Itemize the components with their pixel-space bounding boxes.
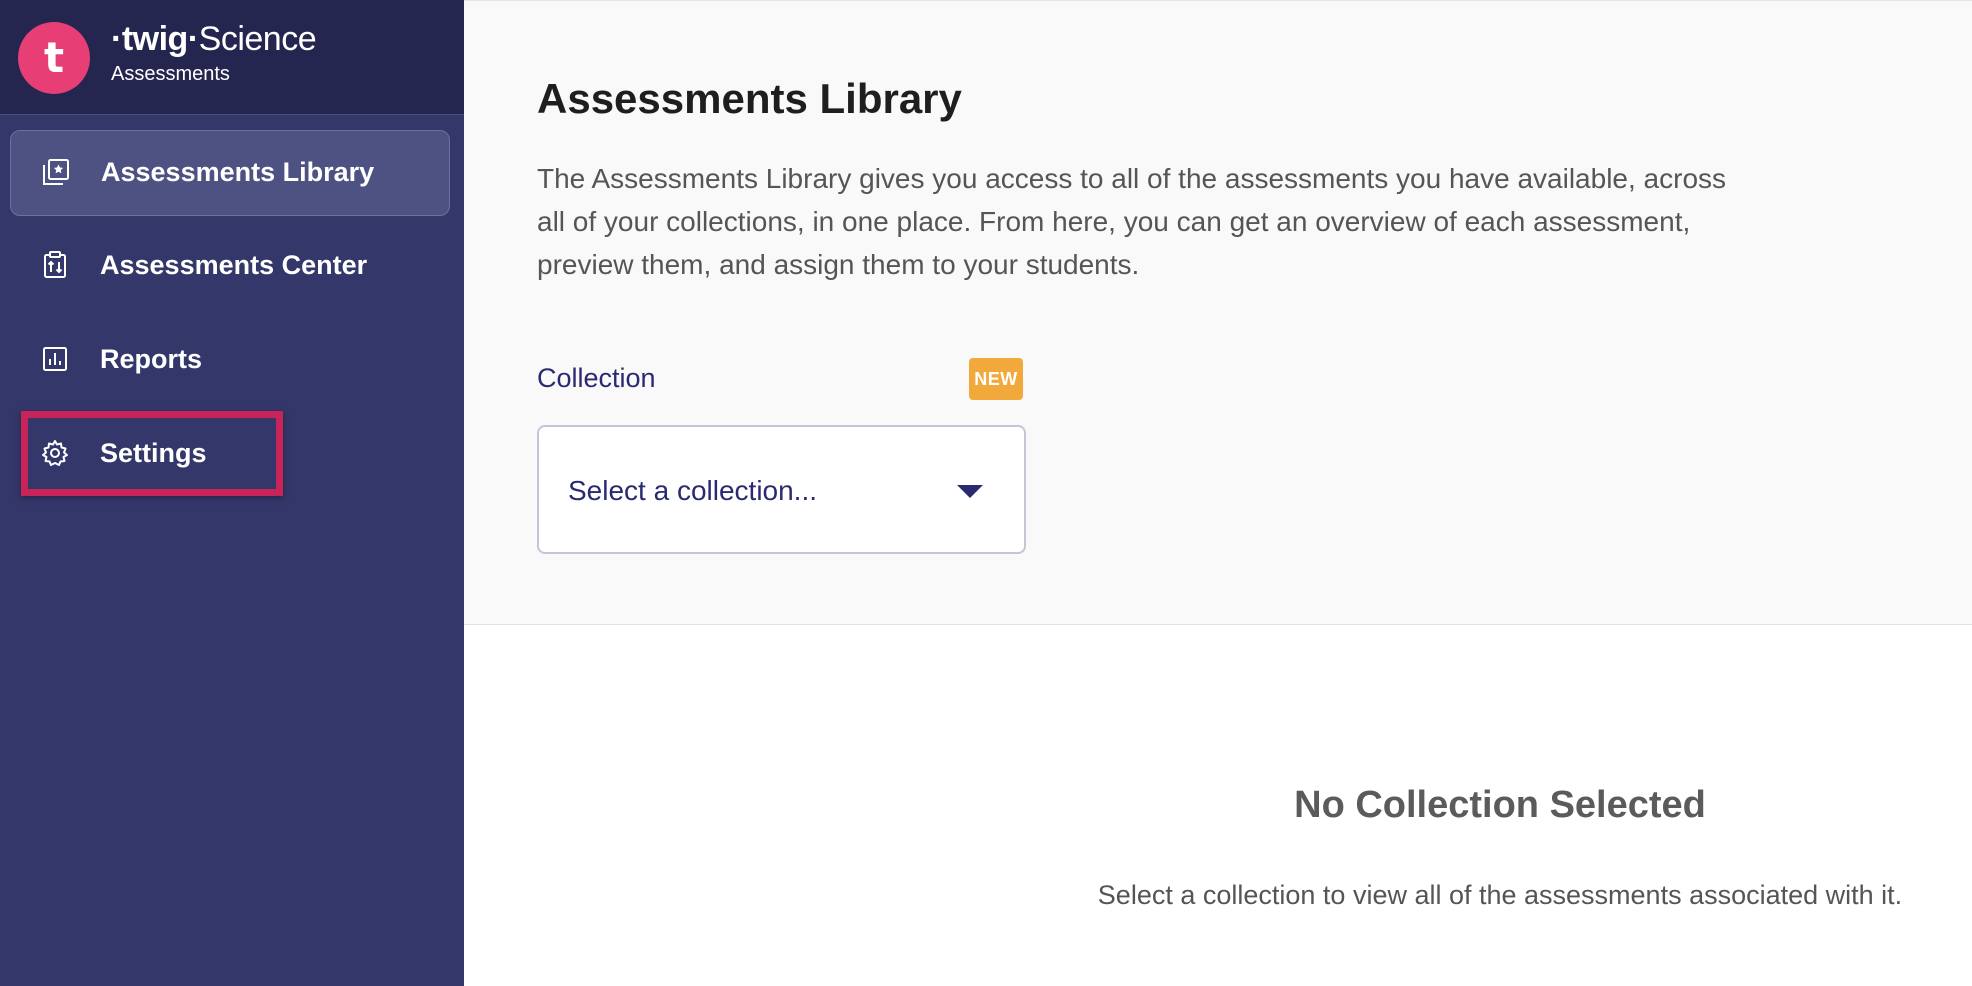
empty-state-content: No Collection Selected Select a collecti… [464,626,1972,986]
gear-icon [42,440,68,466]
caret-down-icon [957,485,983,498]
sidebar-item-label: Settings [100,438,207,468]
empty-state-description: Select a collection to view all of the a… [1097,880,1903,910]
collection-select-placeholder: Select a collection... [568,475,818,506]
sidebar-item-assessments-library[interactable]: Assessments Library [10,130,450,216]
brand-wordmark-twig: ·twig· [111,20,199,58]
empty-state-panel: No Collection Selected Select a collecti… [464,626,1972,986]
empty-state-title: No Collection Selected [1294,784,1706,826]
sidebar: t ·twig·Science Assessments Assessments … [0,0,464,986]
brand-subtitle: Assessments [111,63,230,85]
brand-header: t ·twig·Science Assessments [0,0,464,115]
sidebar-item-reports[interactable]: Reports [10,318,450,404]
sidebar-item-label: Reports [100,344,203,374]
sidebar-item-label: Assessments Library [101,157,375,187]
library-star-icon [43,159,69,185]
bar-chart-icon [43,347,67,371]
brand-wordmark-science: Science [198,20,317,58]
collection-select[interactable]: Select a collection... [537,425,1026,554]
page-description: The Assessments Library gives you access… [537,163,1727,280]
brand-wordmark: ·twig·Science [111,20,317,59]
page-title: Assessments Library [537,75,962,122]
main-header-panel: Assessments Library The Assessments Libr… [464,0,1972,625]
sidebar-item-settings[interactable]: Settings [10,412,450,498]
new-badge: NEW [969,358,1023,400]
collection-label: Collection [537,363,656,393]
sidebar-item-label: Assessments Center [100,250,368,280]
sidebar-item-assessments-center[interactable]: Assessments Center [10,224,450,310]
twig-logo-icon[interactable]: t [18,22,90,94]
clipboard-sort-icon [44,251,66,278]
